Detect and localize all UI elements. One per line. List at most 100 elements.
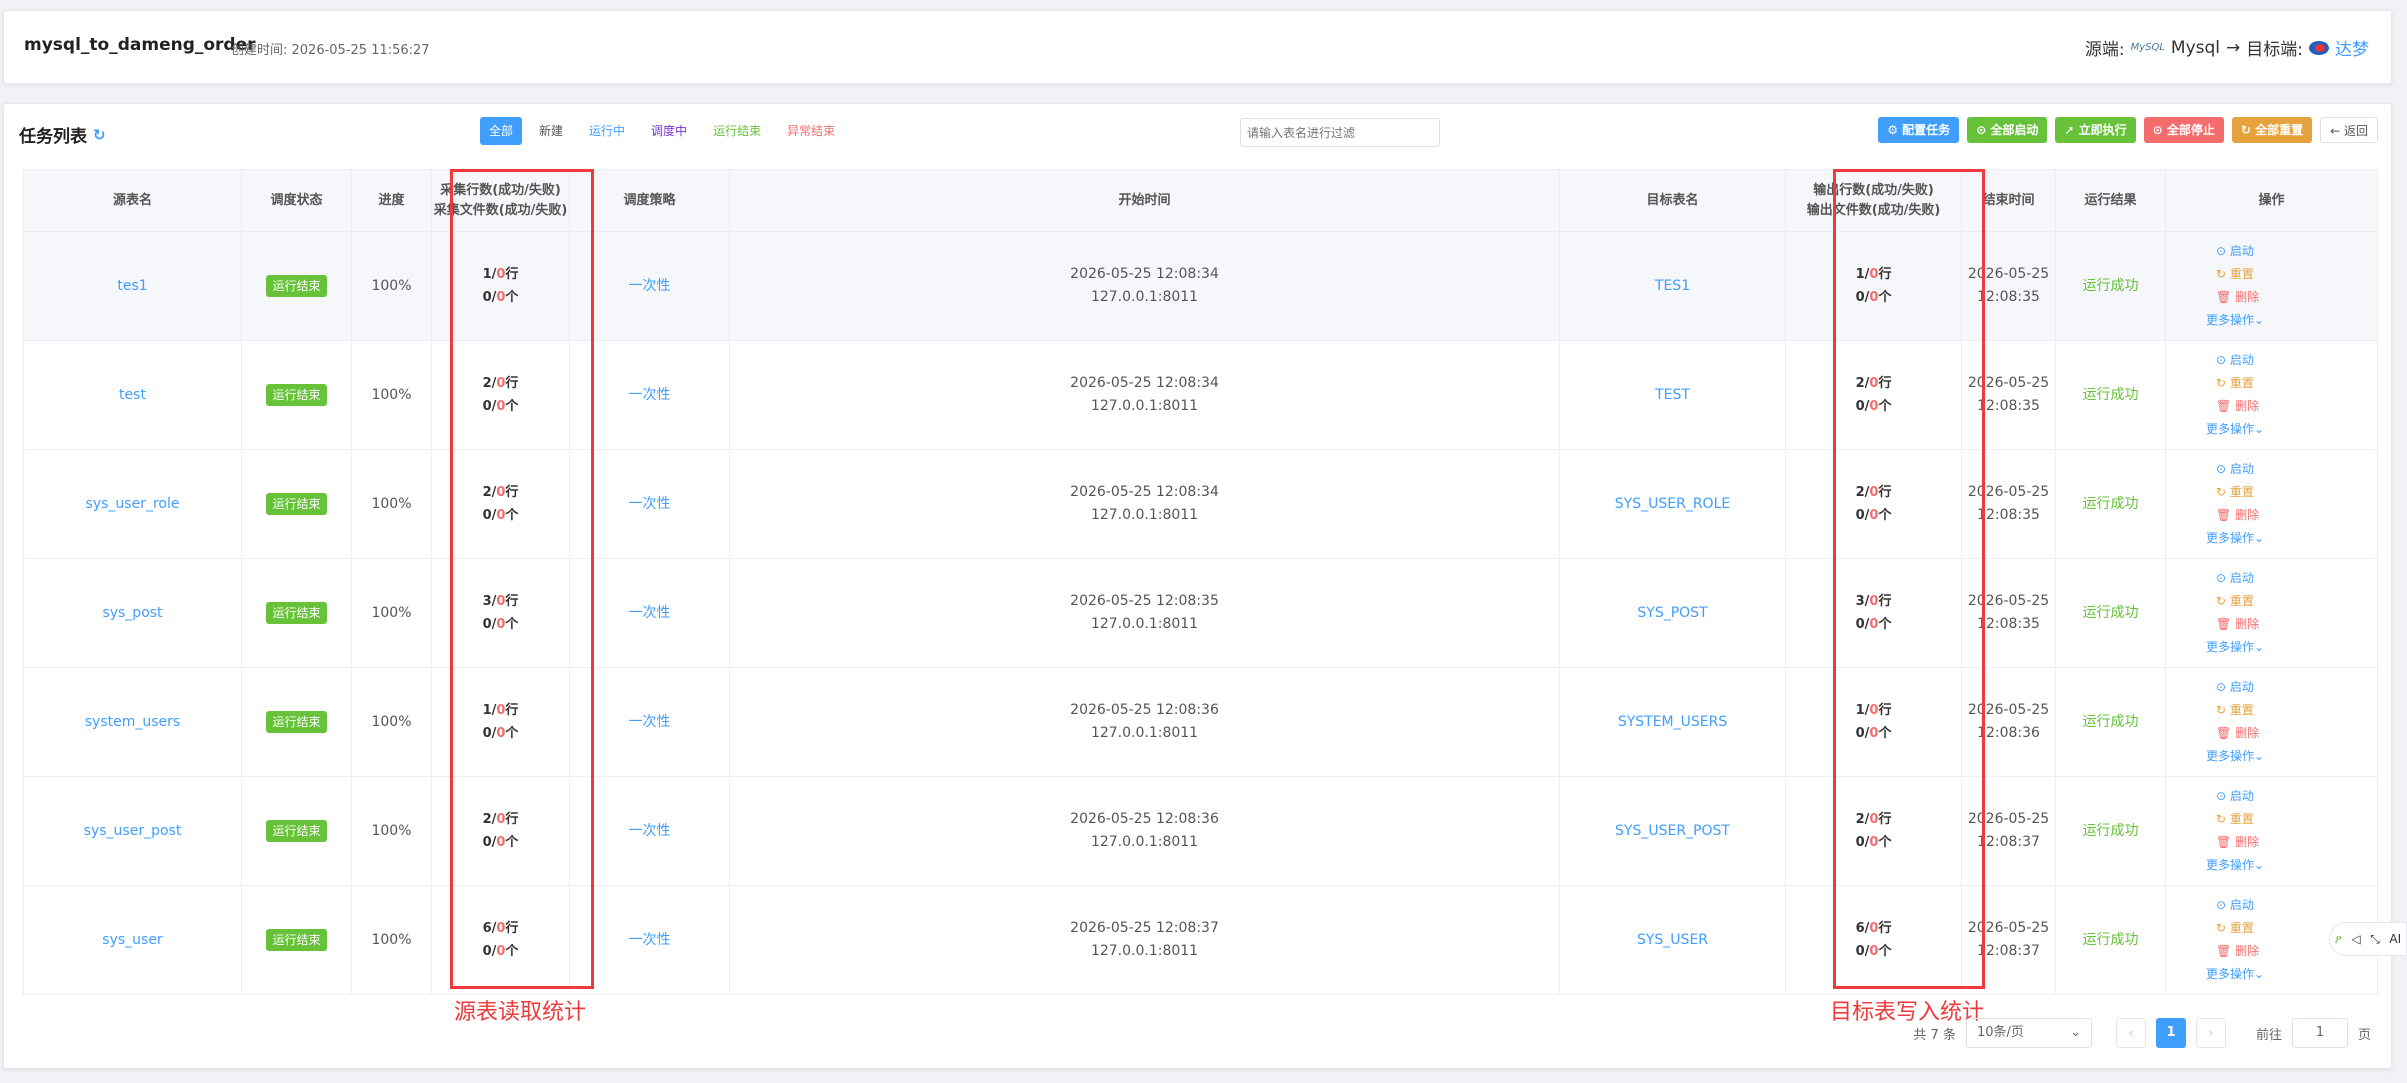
start-button[interactable]: ⊙ 启动 — [2216, 458, 2254, 481]
cell-src-table: sys_user_role — [23, 449, 242, 559]
reset-button[interactable]: ↻ 重置 — [2216, 372, 2254, 395]
strategy-link[interactable]: 一次性 — [629, 932, 671, 948]
screenshot-icon[interactable]: ⤡ — [2370, 932, 2380, 947]
col-target-table[interactable]: 目标表名 — [1559, 169, 1787, 232]
cell-progress: 100% — [351, 885, 432, 995]
delete-button[interactable]: 🗑 删除 — [2216, 831, 2259, 854]
cell-start-time: 2026-05-25 12:08:34 127.0.0.1:8011 — [729, 231, 1561, 341]
delete-button[interactable]: 🗑 删除 — [2216, 286, 2259, 309]
reset-button[interactable]: ↻ 重置 — [2216, 590, 2254, 613]
reset-all-button[interactable]: ↻ 全部重置 — [2231, 117, 2313, 143]
page-1-button[interactable]: 1 — [2155, 1018, 2186, 1048]
goto-page-input[interactable]: 1 — [2291, 1018, 2348, 1048]
reset-button[interactable]: ↻ 重置 — [2216, 699, 2254, 722]
page-size-select[interactable]: 10条/页 ⌄ — [1965, 1018, 2092, 1048]
delete-button[interactable]: 🗑 删除 — [2216, 504, 2259, 527]
float-tool-icon[interactable]: ዖ — [2335, 932, 2342, 947]
src-table-link[interactable]: test — [119, 387, 146, 403]
strategy-link[interactable]: 一次性 — [629, 605, 671, 621]
reset-button[interactable]: ↻ 重置 — [2216, 481, 2254, 504]
start-button[interactable]: ⊙ 启动 — [2216, 676, 2254, 699]
start-host: 127.0.0.1:8011 — [1090, 289, 1199, 305]
src-table-link[interactable]: sys_user_role — [86, 496, 180, 512]
filter-all[interactable]: 全部 — [480, 117, 523, 145]
delete-button[interactable]: 🗑 删除 — [2216, 395, 2259, 418]
reset-button[interactable]: ↻ 重置 — [2216, 917, 2254, 940]
more-ops-dropdown[interactable]: 更多操作⌄ — [2206, 636, 2264, 659]
ai-icon[interactable]: AI — [2389, 932, 2401, 946]
cell-src-table: sys_user — [23, 885, 242, 995]
cell-result: 运行成功 — [2055, 340, 2167, 450]
prev-page-button[interactable]: ‹ — [2115, 1018, 2146, 1048]
filter-new[interactable]: 新建 — [530, 117, 572, 145]
strategy-link[interactable]: 一次性 — [629, 714, 671, 730]
send-icon[interactable]: ◁ — [2351, 932, 2360, 946]
reset-button[interactable]: ↻ 重置 — [2216, 808, 2254, 831]
col-result[interactable]: 运行结果 — [2055, 169, 2167, 232]
src-table-link[interactable]: system_users — [85, 714, 180, 730]
stop-all-button[interactable]: ⊙ 全部停止 — [2143, 117, 2224, 143]
target-table-link[interactable]: SYSTEM_USERS — [1618, 714, 1727, 730]
cell-status: 运行结束 — [241, 776, 352, 886]
more-ops-dropdown[interactable]: 更多操作⌄ — [2206, 527, 2264, 550]
filter-error[interactable]: 异常结束 — [778, 117, 844, 145]
target-table-link[interactable]: TES1 — [1655, 278, 1690, 294]
strategy-link[interactable]: 一次性 — [629, 387, 671, 403]
cell-result: 运行成功 — [2055, 776, 2167, 886]
result-text: 运行成功 — [2082, 386, 2139, 403]
col-sched-status[interactable]: 调度状态 — [241, 169, 352, 232]
more-ops-dropdown[interactable]: 更多操作⌄ — [2206, 963, 2264, 986]
col-src-table[interactable]: 源表名 — [23, 169, 242, 232]
table-header-row: 源表名 调度状态 进度 采集行数(成功/失败) 采集文件数(成功/失败) 调度策略… — [23, 169, 2379, 232]
src-table-link[interactable]: sys_user — [102, 932, 162, 948]
start-button[interactable]: ⊙ 启动 — [2216, 567, 2254, 590]
target-table-link[interactable]: SYS_USER_ROLE — [1615, 496, 1730, 512]
start-button[interactable]: ⊙ 启动 — [2216, 785, 2254, 808]
delete-button[interactable]: 🗑 删除 — [2216, 722, 2259, 745]
target-table-link[interactable]: SYS_USER_POST — [1615, 823, 1730, 839]
cell-progress: 100% — [351, 558, 432, 668]
more-ops-dropdown[interactable]: 更多操作⌄ — [2206, 309, 2264, 332]
row-ops: ⊙ 启动 ↻ 重置 🗑 删除 更多操作⌄ — [2206, 567, 2377, 659]
more-ops-dropdown[interactable]: 更多操作⌄ — [2206, 854, 2264, 877]
back-button[interactable]: ← 返回 — [2320, 117, 2378, 143]
more-ops-dropdown[interactable]: 更多操作⌄ — [2206, 745, 2264, 768]
col-start-time[interactable]: 开始时间 — [729, 169, 1561, 232]
strategy-link[interactable]: 一次性 — [629, 823, 671, 839]
task-table: 源表名 调度状态 进度 采集行数(成功/失败) 采集文件数(成功/失败) 调度策略… — [23, 169, 2379, 995]
start-button[interactable]: ⊙ 启动 — [2216, 240, 2254, 263]
filter-scheduling[interactable]: 调度中 — [642, 117, 696, 145]
start-all-button[interactable]: ⊙ 全部启动 — [1967, 117, 2048, 143]
filter-finished[interactable]: 运行结束 — [704, 117, 770, 145]
row-ops: ⊙ 启动 ↻ 重置 🗑 删除 更多操作⌄ — [2206, 676, 2377, 768]
refresh-icon[interactable]: ↻ — [93, 126, 106, 144]
col-progress[interactable]: 进度 — [351, 169, 432, 232]
target-table-link[interactable]: SYS_POST — [1637, 605, 1707, 621]
cell-start-time: 2026-05-25 12:08:34 127.0.0.1:8011 — [729, 340, 1561, 450]
reset-button[interactable]: ↻ 重置 — [2216, 263, 2254, 286]
status-badge: 运行结束 — [266, 601, 327, 624]
target-table-link[interactable]: SYS_USER — [1637, 932, 1708, 948]
delete-button[interactable]: 🗑 删除 — [2216, 613, 2259, 636]
result-text: 运行成功 — [2082, 822, 2139, 839]
row-ops: ⊙ 启动 ↻ 重置 🗑 删除 更多操作⌄ — [2206, 458, 2377, 550]
run-now-button[interactable]: ➚ 立即执行 — [2055, 117, 2136, 143]
next-page-button[interactable]: › — [2195, 1018, 2226, 1048]
strategy-link[interactable]: 一次性 — [629, 496, 671, 512]
target-table-link[interactable]: TEST — [1655, 387, 1690, 403]
src-table-link[interactable]: sys_post — [102, 605, 162, 621]
src-table-link[interactable]: tes1 — [117, 278, 147, 294]
start-button[interactable]: ⊙ 启动 — [2216, 894, 2254, 917]
strategy-link[interactable]: 一次性 — [629, 278, 671, 294]
target-name[interactable]: 达梦 — [2335, 35, 2369, 60]
config-task-button[interactable]: ⚙ 配置任务 — [1878, 117, 1960, 143]
src-table-link[interactable]: sys_user_post — [84, 823, 182, 839]
table-row: system_users 运行结束 100% 1/0行 0/0个 一次性 2026-05-2… — [23, 667, 2379, 777]
table-filter-input[interactable] — [1240, 118, 1440, 147]
delete-button[interactable]: 🗑 删除 — [2216, 940, 2259, 963]
filter-running[interactable]: 运行中 — [580, 117, 634, 145]
source-label: 源端: — [2084, 40, 2125, 60]
result-text: 运行成功 — [2082, 931, 2139, 948]
more-ops-dropdown[interactable]: 更多操作⌄ — [2206, 418, 2264, 441]
start-button[interactable]: ⊙ 启动 — [2216, 349, 2254, 372]
